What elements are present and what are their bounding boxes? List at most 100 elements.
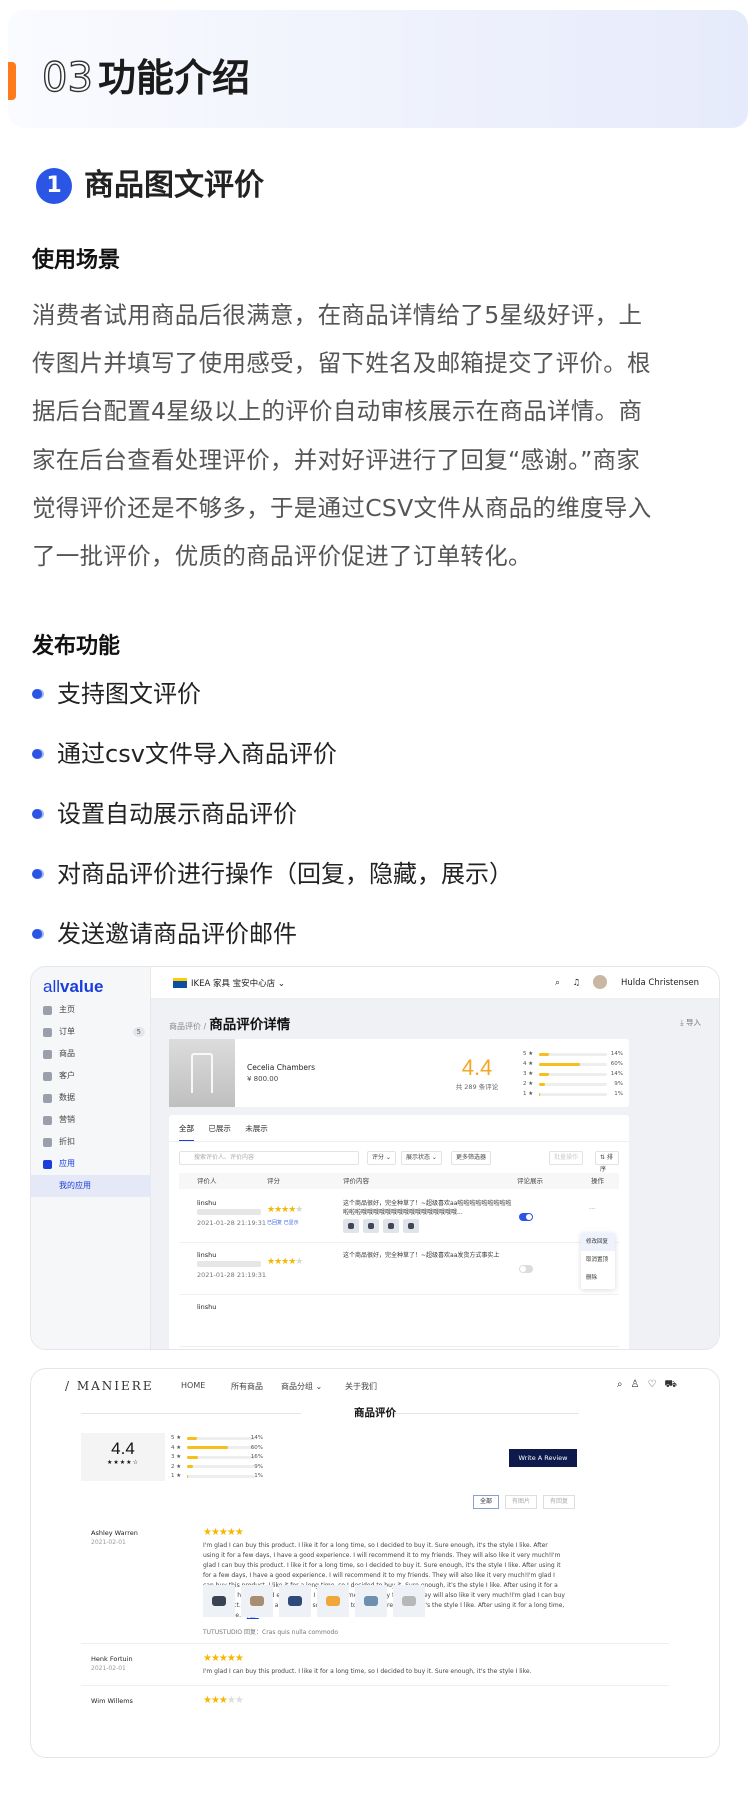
- sidebar-item-marketing[interactable]: 营销: [31, 1109, 151, 1131]
- review-photo[interactable]: [393, 1585, 425, 1617]
- merchant-reply: TUTUSTUDIO 回复：Cras quis nulla commodo: [203, 1629, 339, 1636]
- usage-line: 消费者试用商品后很满意，在商品详情给了5星级好评，上: [32, 301, 643, 329]
- review-gallery: [203, 1585, 431, 1621]
- review-table: 全部 已展示 未展示 搜索评价人、评价内容 评分 ⌄ 展示状态 ⌄ 更多筛选器 …: [169, 1115, 629, 1349]
- rating-distribution: 5 ★ 14% 4 ★ 60% 3 ★ 16% 2 ★ 9% 1 ★ 1%: [171, 1433, 263, 1481]
- section-title: 功能介绍: [98, 56, 251, 100]
- star-rating: ★★★★★: [267, 1205, 303, 1215]
- sidebar-item-home[interactable]: 主页: [31, 999, 151, 1021]
- bullet-icon: [32, 749, 42, 759]
- review-text: I'm glad I can buy this product. I like …: [203, 1668, 532, 1675]
- tab-all[interactable]: 全部: [179, 1123, 194, 1142]
- menu-item-edit-reply[interactable]: 修改回复: [581, 1233, 615, 1251]
- user-menu[interactable]: Hulda Christensen: [592, 975, 699, 989]
- sidebar-item-customers[interactable]: 客户: [31, 1065, 151, 1087]
- usage-line: 家在后台查看处理评价，并对好评进行了回复“感谢。”商家: [32, 445, 641, 474]
- write-review-button[interactable]: Write A Review: [509, 1449, 577, 1467]
- sort-button[interactable]: ⇅ 排序: [595, 1151, 619, 1173]
- search-icon[interactable]: ⌕: [617, 1379, 631, 1390]
- review-count: 共 289 条评论: [455, 1083, 499, 1091]
- filter-with-images[interactable]: 有图片: [505, 1495, 537, 1509]
- usage-heading: 使用场景: [32, 248, 121, 273]
- review-photo[interactable]: [203, 1585, 235, 1617]
- reviewer-name: Wim Willems: [91, 1697, 133, 1705]
- feature-title: 商品图文评价: [84, 168, 264, 203]
- search-input[interactable]: 搜索评价人、评价内容: [179, 1151, 359, 1165]
- review-photo[interactable]: [279, 1585, 311, 1617]
- distribution-bar: [539, 1072, 549, 1076]
- table-row[interactable]: linshu 2021-01-28 21:19:31 ★★★★★ 这个商品很好，…: [179, 1243, 619, 1295]
- action-menu: 修改回复 取消置顶 删除: [581, 1233, 615, 1289]
- list-item: 设置自动展示商品评价: [32, 790, 513, 850]
- distribution-row: 1 ★ 1%: [523, 1091, 623, 1097]
- number-badge: 1: [36, 168, 72, 204]
- nav-home[interactable]: HOME: [181, 1381, 205, 1390]
- bullet-icon: [32, 689, 42, 699]
- display-toggle[interactable]: [519, 1265, 533, 1273]
- nav-about[interactable]: 关于我们: [345, 1381, 377, 1392]
- distribution-row: 2 ★ 9%: [171, 1463, 263, 1470]
- review-photo[interactable]: [317, 1585, 349, 1617]
- top-actions: ⌕ ♫ Hulda Christensen: [545, 975, 699, 989]
- account-icon[interactable]: ♙: [630, 1379, 647, 1390]
- nav-collections[interactable]: 商品分组 ⌄: [281, 1381, 322, 1392]
- distribution-bar: [539, 1052, 549, 1056]
- more-filters[interactable]: 更多筛选器: [451, 1151, 492, 1165]
- display-toggle[interactable]: [519, 1213, 533, 1221]
- rating-summary: 4.4 共 289 条评论: [447, 1055, 507, 1091]
- review-photo[interactable]: [241, 1585, 273, 1617]
- breadcrumb-link[interactable]: 商品评价 /: [169, 1022, 206, 1031]
- import-button[interactable]: ⤓ 导入: [680, 1017, 701, 1028]
- tab-hidden[interactable]: 未展示: [245, 1123, 268, 1140]
- tab-shown[interactable]: 已展示: [208, 1123, 231, 1140]
- sidebar-item-discounts[interactable]: 折扣: [31, 1131, 151, 1153]
- breadcrumb: 商品评价 / 商品评价详情: [169, 1013, 290, 1033]
- orders-icon: [43, 1028, 52, 1037]
- search-icon[interactable]: ⌕: [555, 978, 560, 988]
- storefront-screenshot: / MANIERE HOME 所有商品 商品分组 ⌄ 关于我们 ⌕♙♡⛟ 商品评…: [30, 1368, 720, 1758]
- filter-all[interactable]: 全部: [473, 1495, 499, 1509]
- distribution-bar: [539, 1062, 580, 1066]
- wishlist-icon[interactable]: ♡: [647, 1379, 664, 1390]
- store-logo[interactable]: / MANIERE: [65, 1379, 154, 1393]
- menu-item-unpin[interactable]: 取消置顶: [581, 1251, 615, 1269]
- batch-button[interactable]: 批量操作: [549, 1151, 584, 1165]
- filter-bar: 搜索评价人、评价内容 评分 ⌄ 展示状态 ⌄ 更多筛选器 批量操作 ⇅ 排序: [179, 1151, 619, 1173]
- top-bar: IKEA 家具 宝安中心店 ⌄ ⌕ ♫ Hulda Christensen: [151, 967, 719, 999]
- features-heading: 发布功能: [32, 634, 121, 659]
- sidebar: allvalue 主页 订单 5 商品 客户 数据 营销 折扣 应用 我的应用: [31, 967, 151, 1349]
- distribution-bar: [187, 1436, 197, 1440]
- store-nav: / MANIERE HOME 所有商品 商品分组 ⌄ 关于我们 ⌕♙♡⛟: [31, 1369, 719, 1405]
- sidebar-item-my-apps[interactable]: 我的应用: [31, 1175, 151, 1197]
- review-thumbnails[interactable]: [343, 1219, 423, 1235]
- rating-filter[interactable]: 评分 ⌄: [367, 1151, 396, 1165]
- star-rating: ★★★★☆: [107, 1459, 139, 1466]
- distribution-row: 3 ★ 14%: [523, 1071, 623, 1077]
- table-row[interactable]: linshu: [179, 1295, 619, 1347]
- home-icon: [43, 1006, 52, 1015]
- more-icon[interactable]: ···: [589, 1205, 595, 1213]
- table-row[interactable]: linshu 2021-01-28 21:19:31 ★★★★★ 已回复 已显示…: [179, 1191, 619, 1243]
- list-item: 对商品评价进行操作（回复，隐藏，展示）: [32, 850, 513, 910]
- count-badge: 5: [132, 1027, 145, 1037]
- sidebar-item-apps[interactable]: 应用: [31, 1153, 151, 1175]
- feature-list: 支持图文评价 通过csv文件导入商品评价 设置自动展示商品评价 对商品评价进行操…: [32, 670, 513, 970]
- reviewer-name: Henk Fortuin: [91, 1655, 133, 1663]
- nav-all-products[interactable]: 所有商品: [231, 1381, 263, 1392]
- distribution-row: 1 ★ 1%: [171, 1473, 263, 1480]
- filter-with-replies[interactable]: 有回复: [543, 1495, 575, 1509]
- bell-icon[interactable]: ♫: [573, 978, 581, 988]
- store-logo-icon: [173, 978, 187, 988]
- store-switcher[interactable]: IKEA 家具 宝安中心店 ⌄: [173, 977, 285, 989]
- distribution-row: 2 ★ 9%: [523, 1081, 623, 1087]
- review-photo[interactable]: [355, 1585, 387, 1617]
- sidebar-item-orders[interactable]: 订单 5: [31, 1021, 151, 1043]
- product-image: [169, 1039, 235, 1107]
- cart-icon[interactable]: ⛟: [664, 1379, 685, 1390]
- sidebar-item-data[interactable]: 数据: [31, 1087, 151, 1109]
- status-filter[interactable]: 展示状态 ⌄: [401, 1151, 442, 1165]
- menu-item-delete[interactable]: 删除: [581, 1269, 615, 1287]
- marketing-icon: [43, 1116, 52, 1125]
- distribution-bar: [187, 1455, 198, 1459]
- sidebar-item-products[interactable]: 商品: [31, 1043, 151, 1065]
